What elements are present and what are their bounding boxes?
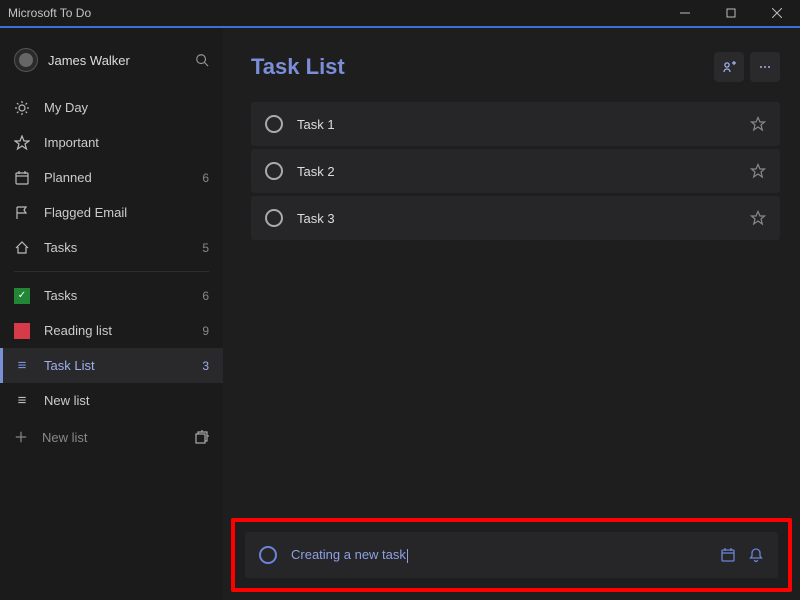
reminder-icon[interactable] — [748, 547, 764, 563]
page-title: Task List — [251, 54, 345, 80]
list-count: 3 — [202, 359, 209, 373]
maximize-button[interactable] — [708, 0, 754, 27]
add-task-row[interactable]: Creating a new task — [245, 532, 778, 578]
list-label: Reading list — [44, 323, 188, 338]
checkbox-icon: ✓ — [14, 288, 30, 304]
list-label: Task List — [44, 358, 188, 373]
star-icon — [14, 135, 30, 151]
list-new-list[interactable]: ≡ New list — [0, 383, 223, 418]
task-row[interactable]: Task 2 — [251, 149, 780, 193]
star-icon[interactable] — [750, 210, 766, 226]
complete-circle-icon[interactable] — [265, 162, 283, 180]
nav-label: Tasks — [44, 240, 188, 255]
nav-label: Important — [44, 135, 195, 150]
add-list-label: New list — [42, 430, 88, 445]
nav-label: Planned — [44, 170, 188, 185]
task-name: Task 3 — [297, 211, 736, 226]
star-icon[interactable] — [750, 116, 766, 132]
add-task-highlight: Creating a new task — [231, 518, 792, 592]
add-task-input[interactable]: Creating a new task — [291, 547, 706, 563]
task-list: Task 1 Task 2 Task 3 — [251, 102, 780, 241]
sun-icon — [14, 100, 30, 116]
avatar[interactable] — [14, 48, 38, 72]
sidebar: James Walker My Day Important Planned 6 … — [0, 28, 223, 600]
search-icon[interactable] — [195, 53, 209, 67]
list-label: New list — [44, 393, 195, 408]
list-label: Tasks — [44, 288, 188, 303]
task-row[interactable]: Task 1 — [251, 102, 780, 146]
complete-circle-icon[interactable] — [265, 209, 283, 227]
more-button[interactable] — [750, 52, 780, 82]
task-name: Task 1 — [297, 117, 736, 132]
home-icon — [14, 240, 30, 256]
nav-label: Flagged Email — [44, 205, 195, 220]
share-button[interactable] — [714, 52, 744, 82]
sidebar-divider — [14, 271, 209, 272]
list-lines-icon: ≡ — [14, 393, 30, 409]
nav-label: My Day — [44, 100, 195, 115]
list-task-list[interactable]: ≡ Task List 3 — [0, 348, 223, 383]
nav-count: 6 — [202, 171, 209, 185]
list-count: 9 — [202, 324, 209, 338]
titlebar: Microsoft To Do — [0, 0, 800, 28]
list-tasks[interactable]: ✓ Tasks 6 — [0, 278, 223, 313]
main-content: Task List Task 1 Task 2 Task 3 — [223, 28, 800, 600]
list-lines-icon: ≡ — [14, 358, 30, 374]
app-title: Microsoft To Do — [8, 6, 91, 20]
task-name: Task 2 — [297, 164, 736, 179]
list-count: 6 — [202, 289, 209, 303]
plus-icon — [14, 430, 28, 444]
nav-count: 5 — [202, 241, 209, 255]
user-name[interactable]: James Walker — [48, 53, 130, 68]
add-list-button[interactable]: New list — [0, 418, 223, 456]
task-row[interactable]: Task 3 — [251, 196, 780, 240]
nav-tasks[interactable]: Tasks 5 — [0, 230, 223, 265]
flag-icon — [14, 205, 30, 221]
add-circle-icon — [259, 546, 277, 564]
close-button[interactable] — [754, 0, 800, 27]
calendar-icon — [14, 170, 30, 186]
nav-flagged[interactable]: Flagged Email — [0, 195, 223, 230]
minimize-button[interactable] — [662, 0, 708, 27]
red-tile-icon — [14, 323, 30, 339]
complete-circle-icon[interactable] — [265, 115, 283, 133]
list-group-icon[interactable] — [193, 429, 209, 445]
star-icon[interactable] — [750, 163, 766, 179]
nav-my-day[interactable]: My Day — [0, 90, 223, 125]
due-date-icon[interactable] — [720, 547, 736, 563]
nav-important[interactable]: Important — [0, 125, 223, 160]
list-reading[interactable]: Reading list 9 — [0, 313, 223, 348]
nav-planned[interactable]: Planned 6 — [0, 160, 223, 195]
